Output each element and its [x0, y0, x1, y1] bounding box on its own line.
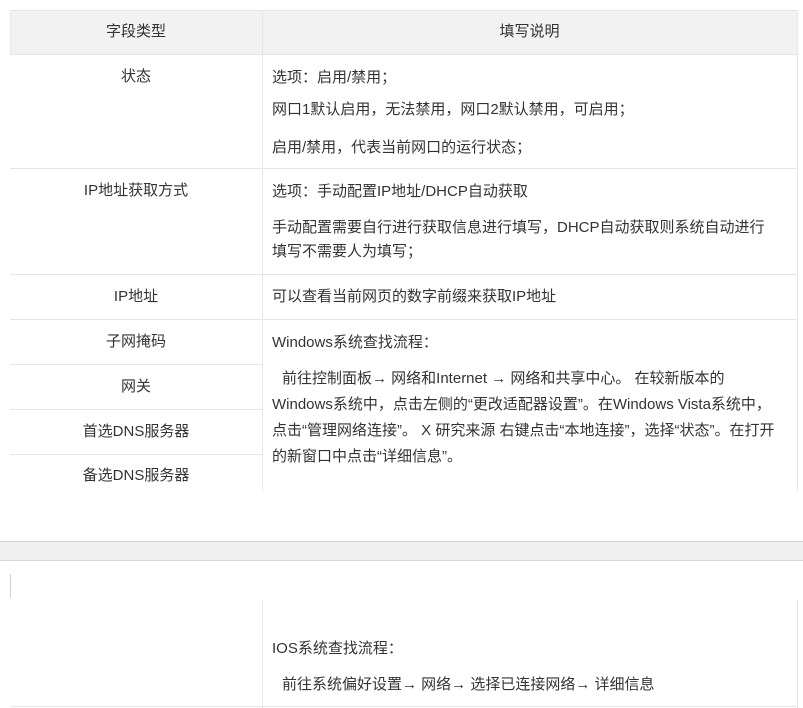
windows-block-body: 前往控制面板→ 网络和Internet → 网络和共享中心。 在较新版本的Win…: [272, 370, 775, 465]
column-divider: [262, 10, 263, 491]
ip-method-desc-line: 手动配置需要自行进行获取信息进行填写，DHCP自动获取则系统自动进行: [272, 219, 765, 236]
column-divider: [262, 600, 263, 708]
table-border-right: [797, 10, 798, 491]
row-divider: [10, 54, 797, 55]
row-label-subnet: 子网掩码: [105, 333, 166, 350]
row-divider: [10, 409, 262, 410]
row-divider: [10, 454, 262, 455]
row-divider: [10, 364, 262, 365]
ip-desc-line: 可以查看当前网页的数字前缀来获取IP地址: [272, 288, 557, 305]
row-divider: [10, 274, 797, 275]
row-label-dns1: 首选DNS服务器: [82, 423, 190, 440]
table-border-top: [10, 10, 797, 11]
row-label-gateway: 网关: [120, 378, 151, 395]
row-label-ip-method: IP地址获取方式: [83, 182, 189, 199]
row-divider: [10, 168, 797, 169]
row-label-dns2: 备选DNS服务器: [82, 467, 190, 484]
ios-block-body: 前往系统偏好设置→ 网络→ 选择已连接网络→ 详细信息: [282, 676, 655, 693]
ios-block-title: IOS系统查找流程：: [272, 640, 403, 657]
page-break-band: [0, 541, 803, 561]
ip-method-desc-line: 填写不需要人为填写；: [272, 243, 423, 260]
ip-method-desc-line: 选项：手动配置IP地址/DHCP自动获取: [272, 183, 528, 200]
cursor-line: [10, 574, 11, 598]
status-desc-line: 网口1默认启用，无法禁用，网口2默认禁用，可启用；: [272, 101, 634, 118]
table-border-bottom: [10, 706, 797, 707]
status-desc-line: 启用/禁用，代表当前网口的运行状态；: [272, 139, 532, 156]
table-border-right: [797, 600, 798, 708]
row-label-ip: IP地址: [113, 288, 159, 305]
row-divider: [10, 319, 797, 320]
status-desc-line: 选项：启用/禁用；: [272, 69, 397, 86]
row-label-status: 状态: [120, 68, 151, 85]
header-description: 填写说明: [499, 23, 560, 40]
page: 字段类型 填写说明 状态 选项：启用/禁用； 网口1默认启用，无法禁用，网口2默…: [0, 0, 803, 708]
windows-block-title: Windows系统查找流程：: [272, 334, 438, 351]
header-field-type: 字段类型: [105, 23, 166, 40]
